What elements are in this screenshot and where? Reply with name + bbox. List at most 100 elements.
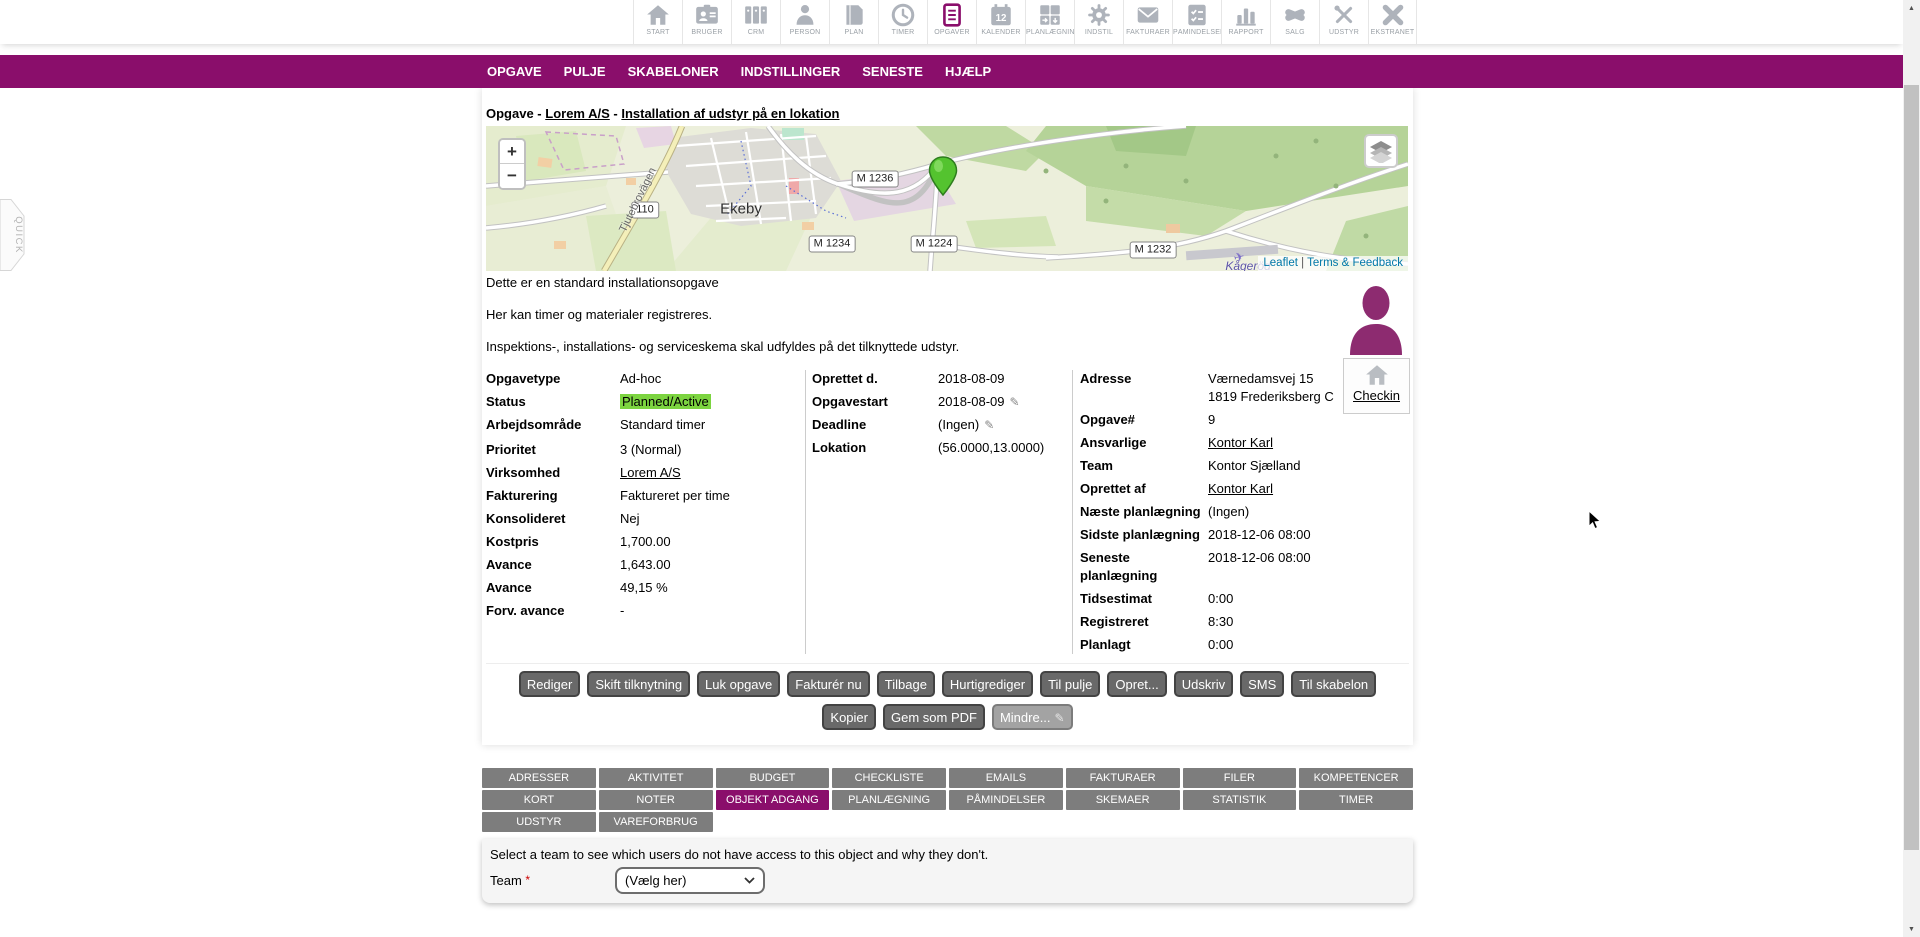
- detail-label: Planlagt: [1080, 636, 1208, 654]
- tab-checkliste[interactable]: CHECKLISTE: [832, 768, 946, 788]
- zoom-out-button[interactable]: −: [500, 164, 524, 188]
- map-marker-icon[interactable]: [928, 156, 958, 201]
- mouse-cursor: [1588, 510, 1603, 536]
- opret-button[interactable]: Opret...: [1107, 671, 1166, 697]
- description-paragraph: Dette er en standard installationsopgave: [486, 275, 959, 290]
- terms-feedback-link[interactable]: Terms & Feedback: [1307, 257, 1403, 269]
- toolbar-item-udstyr[interactable]: UDSTYR: [1319, 0, 1368, 44]
- scrollbar-thumb[interactable]: [1904, 85, 1919, 850]
- udskriv-button[interactable]: Udskriv: [1174, 671, 1233, 697]
- menu-item-pulje[interactable]: PULJE: [564, 64, 606, 79]
- detail-value-link[interactable]: Kontor Karl: [1208, 435, 1273, 450]
- tab-statistik[interactable]: STATISTIK: [1183, 790, 1297, 810]
- edit-pencil-icon[interactable]: ✎: [1010, 395, 1020, 409]
- tab-filer[interactable]: FILER: [1183, 768, 1297, 788]
- action-buttons: RedigerSkift tilknytning Luk opgave Faktur…: [482, 671, 1413, 737]
- toolbar-item-start[interactable]: START: [633, 0, 682, 44]
- tab-vareforbrug[interactable]: VAREFORBRUG: [599, 812, 713, 832]
- detail-row-arbejdsomr-de: ArbejdsområdeStandard timer: [486, 416, 804, 434]
- toolbar-item-rapport[interactable]: RAPPORT: [1221, 0, 1270, 44]
- tab-kort[interactable]: KORT: [482, 790, 596, 810]
- team-select[interactable]: (Vælg her): [615, 867, 765, 894]
- menu-item-hj-lp[interactable]: HJÆLP: [945, 64, 991, 79]
- scroll-down-arrow-icon[interactable]: ▼: [1903, 921, 1920, 937]
- details-column-dates: Oprettet d.2018-08-09Opgavestart2018-08-…: [812, 370, 1070, 462]
- menu-item-opgave[interactable]: OPGAVE: [487, 64, 542, 79]
- toolbar-item-bruger[interactable]: BRUGER: [682, 0, 731, 44]
- breadcrumb-link[interactable]: Installation af udstyr på en lokation: [621, 106, 839, 121]
- notebook-icon: [841, 2, 867, 28]
- tab-planl-gning[interactable]: PLANLÆGNING: [832, 790, 946, 810]
- scroll-up-arrow-icon[interactable]: ▲: [1903, 0, 1920, 16]
- luk-opgave-button[interactable]: Luk opgave: [697, 671, 780, 697]
- toolbar-item-planl-gning[interactable]: PLANLÆGNING: [1025, 0, 1074, 44]
- detail-value-link[interactable]: Kontor Karl: [1208, 481, 1273, 496]
- checkin-link[interactable]: Checkin: [1353, 388, 1400, 403]
- detail-label: Seneste planlægning: [1080, 549, 1208, 585]
- vertical-scrollbar[interactable]: ▲ ▼: [1903, 0, 1920, 937]
- tab-fakturaer[interactable]: FAKTURAER: [1066, 768, 1180, 788]
- toolbar-item-ekstranet[interactable]: EKSTRANET: [1368, 0, 1417, 44]
- menu-item-indstillinger[interactable]: INDSTILLINGER: [741, 64, 841, 79]
- toolbar-item-indstil[interactable]: INDSTIL: [1074, 0, 1123, 44]
- detail-row-avance: Avance49,15 %: [486, 579, 804, 597]
- faktur-r-nu-button[interactable]: Fakturér nu: [787, 671, 869, 697]
- menu-item-skabeloner[interactable]: SKABELONER: [628, 64, 719, 79]
- tab-budget[interactable]: BUDGET: [716, 768, 830, 788]
- menu-item-seneste[interactable]: SENESTE: [862, 64, 923, 79]
- toolbar-item-person[interactable]: PERSON: [780, 0, 829, 44]
- toolbar-item-kalender[interactable]: 12KALENDER: [976, 0, 1025, 44]
- gem-som-pdf-button[interactable]: Gem som PDF: [883, 704, 985, 730]
- toolbar-item-plan[interactable]: PLAN: [829, 0, 878, 44]
- tab-noter[interactable]: NOTER: [599, 790, 713, 810]
- checkin-button[interactable]: Checkin: [1343, 358, 1410, 414]
- toolbar-strip: STARTBRUGERCRMPERSONPLANTIMEROPGAVER12KA…: [633, 0, 1417, 44]
- edit-pencil-icon: ✎: [1055, 711, 1065, 725]
- til-skabelon-button[interactable]: Til skabelon: [1291, 671, 1376, 697]
- toolbar-item-crm[interactable]: CRM: [731, 0, 780, 44]
- tab-skemaer[interactable]: SKEMAER: [1066, 790, 1180, 810]
- detail-label: Avance: [486, 579, 620, 597]
- tilbage-button[interactable]: Tilbage: [877, 671, 935, 697]
- skift-tilknytning-button[interactable]: Skift tilknytning: [587, 671, 690, 697]
- detail-value: 1,700.00: [620, 533, 671, 551]
- edit-pencil-icon[interactable]: ✎: [984, 418, 994, 432]
- detail-value: 0:00: [1208, 636, 1233, 654]
- tab-udstyr[interactable]: UDSTYR: [482, 812, 596, 832]
- toolbar-item-salg[interactable]: SALG: [1270, 0, 1319, 44]
- detail-value: 9: [1208, 411, 1215, 429]
- leaflet-link[interactable]: Leaflet: [1263, 257, 1298, 269]
- tab-objekt-adgang[interactable]: OBJEKT ADGANG: [716, 790, 830, 810]
- breadcrumb-link[interactable]: Lorem A/S: [545, 106, 610, 121]
- map-attribution: Leaflet | Terms & Feedback: [1258, 256, 1408, 271]
- toolbar-item-fakturaer[interactable]: FAKTURAER: [1123, 0, 1172, 44]
- zoom-in-button[interactable]: +: [500, 140, 524, 164]
- tab-kompetencer[interactable]: KOMPETENCER: [1299, 768, 1413, 788]
- gear-icon: [1086, 2, 1112, 28]
- detail-value: Kontor Karl: [1208, 480, 1273, 498]
- hurtigrediger-button[interactable]: Hurtigrediger: [942, 671, 1033, 697]
- tab-aktivitet[interactable]: AKTIVITET: [599, 768, 713, 788]
- tab-timer[interactable]: TIMER: [1299, 790, 1413, 810]
- map-layers-button[interactable]: [1364, 134, 1398, 168]
- rediger-button[interactable]: Rediger: [519, 671, 581, 697]
- detail-value: Værnedamsvej 15 1819 Frederiksberg C: [1208, 370, 1334, 406]
- sms-button[interactable]: SMS: [1240, 671, 1284, 697]
- details-column-general: OpgavetypeAd-hocStatusPlanned/ActiveArbe…: [486, 370, 804, 625]
- detail-value-link[interactable]: Lorem A/S: [620, 465, 681, 480]
- toolbar-item-opgaver[interactable]: OPGAVER: [927, 0, 976, 44]
- detail-value: Kontor Sjælland: [1208, 457, 1301, 475]
- leaflet-map[interactable]: ✈ + − 110M 1236M 1234M 1224M 1232EkebyTj…: [486, 126, 1408, 271]
- tab-p-mindelser[interactable]: PÅMINDELSER: [949, 790, 1063, 810]
- tab-adresser[interactable]: ADRESSER: [482, 768, 596, 788]
- detail-label: Oprettet af: [1080, 480, 1208, 498]
- tab-emails[interactable]: EMAILS: [949, 768, 1063, 788]
- toolbar-item-p-mindelser[interactable]: PÅMINDELSER: [1172, 0, 1221, 44]
- toolbar-item-timer[interactable]: TIMER: [878, 0, 927, 44]
- quick-side-tab[interactable]: QUICK: [0, 199, 25, 276]
- kopier-button[interactable]: Kopier: [822, 704, 876, 730]
- section-tabs: ADRESSERAKTIVITETBUDGETCHECKLISTEEMAILSF…: [482, 768, 1413, 832]
- detail-value: Nej: [620, 510, 640, 528]
- mindre-button[interactable]: Mindre...✎: [992, 704, 1073, 730]
- til-pulje-button[interactable]: Til pulje: [1040, 671, 1100, 697]
